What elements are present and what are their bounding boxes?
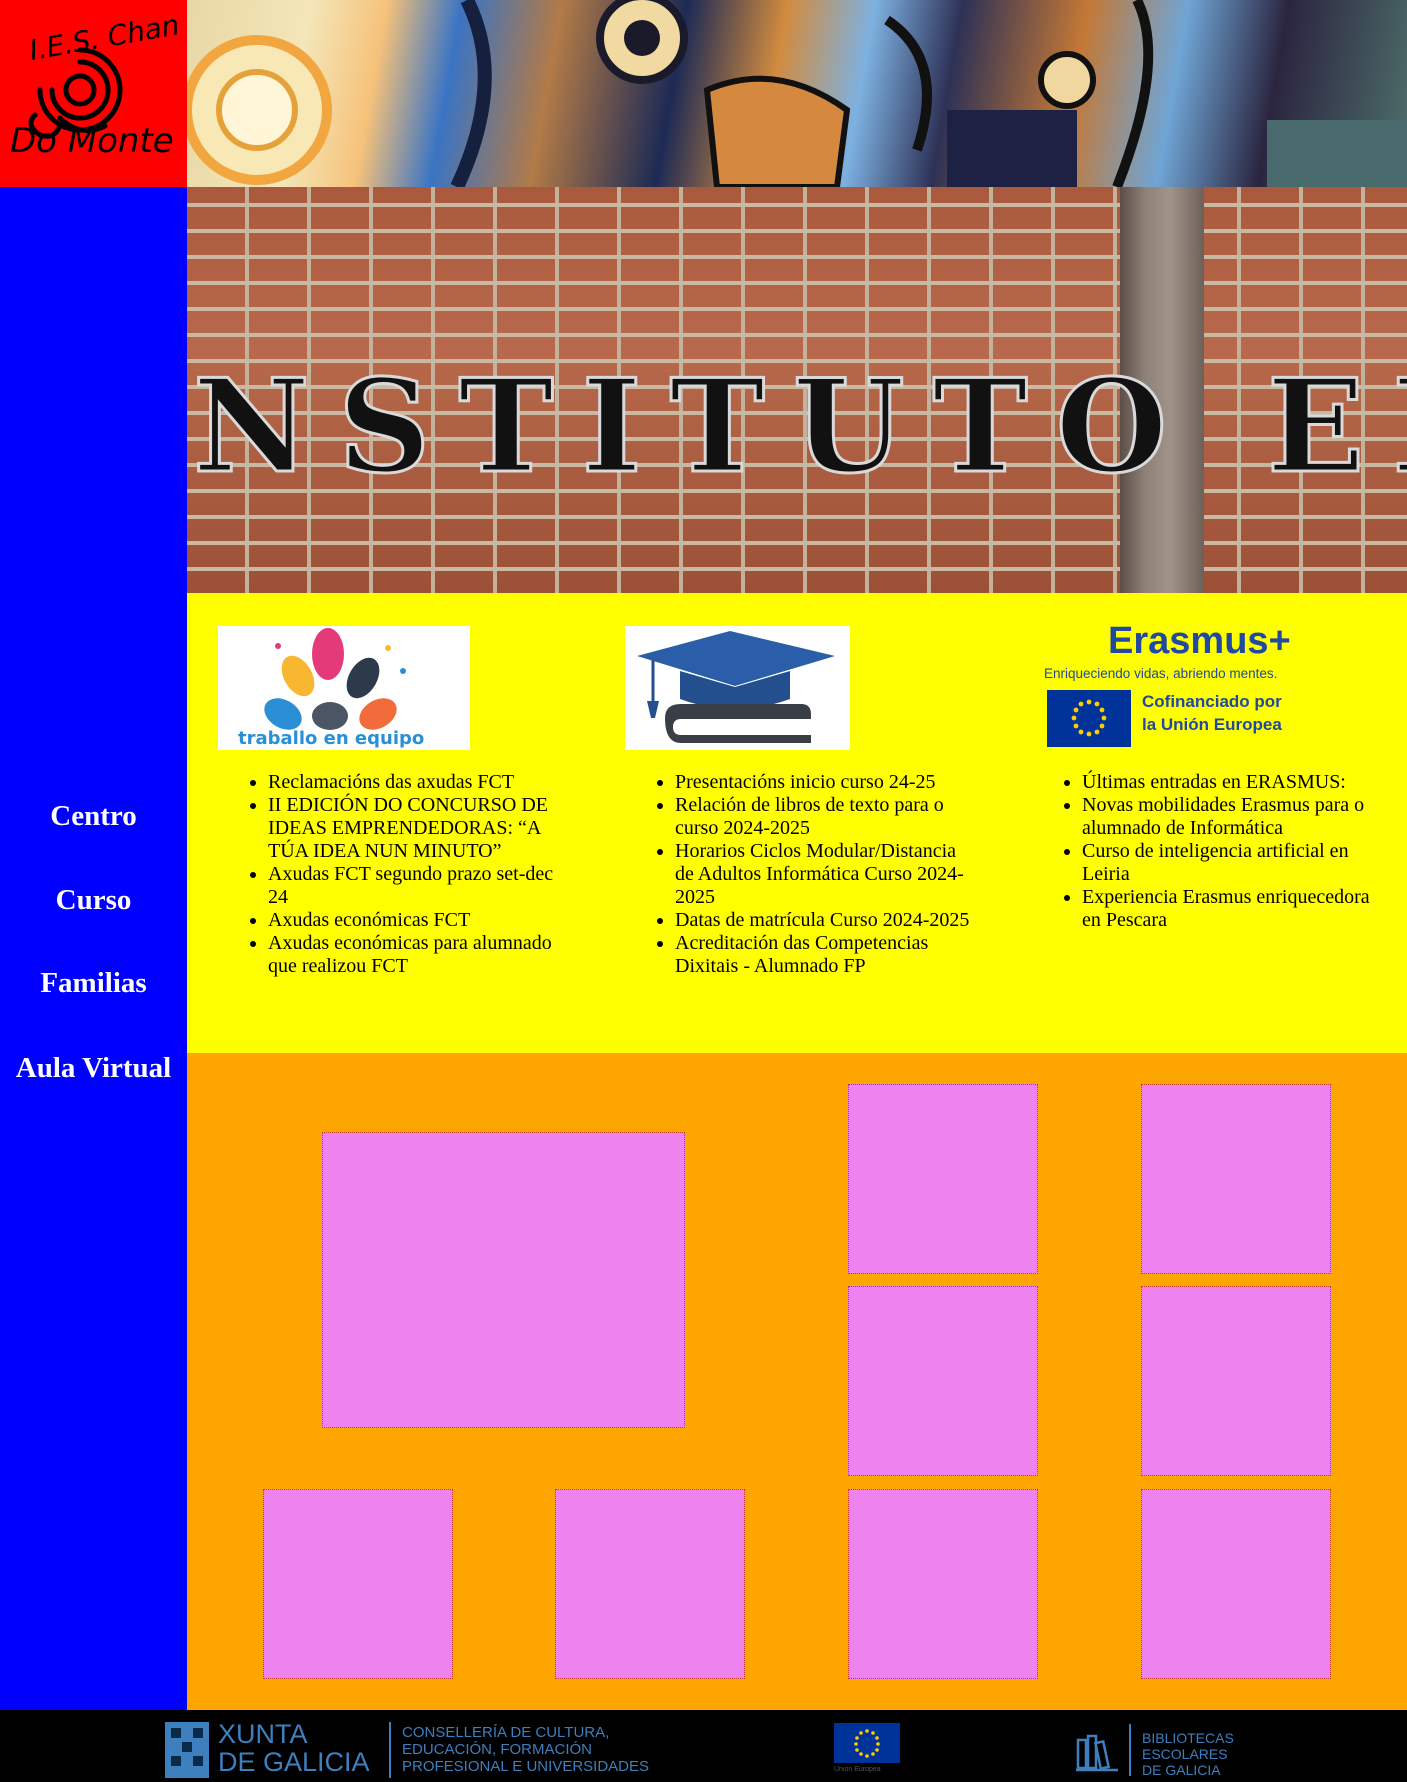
news-link[interactable]: Relación de libros de texto para o curso…	[675, 794, 944, 839]
list-item[interactable]: Relación de libros de texto para o curso…	[675, 794, 975, 840]
erasmus-title: Erasmus+	[1108, 620, 1291, 662]
conselleria-line-3: PROFESIONAL E UNIVERSIDADES	[402, 1758, 650, 1775]
news-link[interactable]: Presentacións inicio curso 24-25	[675, 771, 936, 793]
sign-letters-2: EN	[1266, 352, 1407, 502]
xunta-shield-icon	[165, 1722, 209, 1778]
list-item[interactable]: Reclamacións das axudas FCT	[268, 771, 573, 794]
mural-illustration	[187, 0, 1407, 187]
graduation-image[interactable]	[625, 626, 850, 750]
erasmus-tagline: Enriqueciendo vidas, abriendo mentes.	[1044, 666, 1278, 681]
news-list-erasmus: Últimas entradas en ERASMUS: Novas mobil…	[1082, 771, 1387, 932]
logo-text-bottom: Do Monte	[10, 121, 174, 161]
nav-curso[interactable]: Curso	[0, 884, 187, 917]
list-item[interactable]: Horarios Ciclos Modular/Distancia de Adu…	[675, 840, 975, 909]
news-link[interactable]: Reclamacións das axudas FCT	[268, 771, 514, 793]
bibliotecas-line-3: DE GALICIA	[1142, 1762, 1221, 1778]
teamwork-caption: traballo en equipo	[238, 728, 424, 749]
news-link[interactable]: Axudas económicas para alumnado que real…	[268, 932, 552, 977]
list-item[interactable]: II EDICIÓN DO CONCURSO DE IDEAS EMPRENDE…	[268, 794, 573, 863]
mural-banner-image	[187, 0, 1407, 187]
sidebar-nav: Centro Curso Familias Aula Virtual	[0, 187, 187, 1710]
school-logo[interactable]: I.E.S. Chan Do Monte	[0, 0, 187, 187]
teamwork-image[interactable]: traballo en equipo	[218, 626, 470, 750]
bibliotecas-line-2: ESCOLARES	[1142, 1746, 1228, 1762]
sign-letters: NSTITUTO	[191, 352, 1196, 502]
nav-centro[interactable]: Centro	[0, 800, 187, 833]
tile[interactable]	[848, 1489, 1038, 1679]
eu-flag-footer-icon	[834, 1723, 900, 1763]
tile-large[interactable]	[322, 1132, 685, 1428]
news-link[interactable]: Últimas entradas en ERASMUS:	[1082, 771, 1346, 793]
footer-divider	[389, 1722, 391, 1778]
news-link[interactable]: Curso de inteligencia artificial en Leir…	[1082, 840, 1349, 885]
tile[interactable]	[1141, 1084, 1331, 1274]
news-link[interactable]: Axudas FCT segundo prazo set-dec 24	[268, 863, 553, 908]
eu-flag-icon	[1047, 690, 1131, 747]
bibliotecas-line-1: BIBLIOTECAS	[1142, 1730, 1234, 1746]
list-item[interactable]: Axudas económicas FCT	[268, 909, 573, 932]
list-item[interactable]: Últimas entradas en ERASMUS:	[1082, 771, 1387, 794]
erasmus-logo[interactable]: Erasmus+ Enriqueciendo vidas, abriendo m…	[1044, 620, 1305, 750]
tile[interactable]	[1141, 1489, 1331, 1679]
list-item[interactable]: Acreditación das Competencias Dixitais -…	[675, 932, 975, 978]
graduation-cap-icon	[637, 631, 835, 743]
tile[interactable]	[1141, 1286, 1331, 1476]
labyrinth-logo-icon: I.E.S. Chan Do Monte	[10, 8, 182, 161]
xunta-title-2: DE GALICIA	[218, 1747, 370, 1777]
tile[interactable]	[555, 1489, 745, 1679]
footer-divider-2	[1129, 1724, 1131, 1776]
list-item[interactable]: Experiencia Erasmus enriquecedora en Pes…	[1082, 886, 1387, 932]
list-item[interactable]: Datas de matrícula Curso 2024-2025	[675, 909, 975, 932]
list-item[interactable]: Axudas FCT segundo prazo set-dec 24	[268, 863, 573, 909]
xunta-title-1: XUNTA	[218, 1719, 308, 1749]
list-item[interactable]: Axudas económicas para alumnado que real…	[268, 932, 573, 978]
school-sign-photo: NSTITUTO EN	[187, 187, 1407, 593]
tile[interactable]	[848, 1084, 1038, 1274]
news-link[interactable]: Axudas económicas FCT	[268, 909, 470, 931]
raised-hands-icon: traballo en equipo	[238, 628, 424, 749]
news-list-fct: Reclamacións das axudas FCT II EDICIÓN D…	[268, 771, 573, 978]
footer: XUNTA DE GALICIA CONSELLERÍA DE CULTURA,…	[0, 1710, 1407, 1782]
list-item[interactable]: Presentacións inicio curso 24-25	[675, 771, 975, 794]
news-link[interactable]: Horarios Ciclos Modular/Distancia de Adu…	[675, 840, 964, 908]
news-link[interactable]: Acreditación das Competencias Dixitais -…	[675, 932, 928, 977]
list-item[interactable]: Novas mobilidades Erasmus para o alumnad…	[1082, 794, 1387, 840]
books-icon	[1076, 1734, 1118, 1772]
news-list-curso: Presentacións inicio curso 24-25 Relació…	[675, 771, 975, 978]
news-link[interactable]: Novas mobilidades Erasmus para o alumnad…	[1082, 794, 1364, 839]
nav-aula-virtual[interactable]: Aula Virtual	[0, 1052, 187, 1085]
tiles-section	[187, 1053, 1407, 1710]
news-link[interactable]: Datas de matrícula Curso 2024-2025	[675, 909, 969, 931]
nav-familias[interactable]: Familias	[0, 967, 187, 1000]
tile[interactable]	[848, 1286, 1038, 1476]
conselleria-line-2: EDUCACIÓN, FORMACIÓN	[402, 1741, 593, 1758]
erasmus-cofin-1: Cofinanciado por	[1142, 692, 1282, 711]
conselleria-line-1: CONSELLERÍA DE CULTURA,	[402, 1724, 610, 1741]
news-link[interactable]: II EDICIÓN DO CONCURSO DE IDEAS EMPRENDE…	[268, 794, 548, 862]
list-item[interactable]: Curso de inteligencia artificial en Leir…	[1082, 840, 1387, 886]
erasmus-cofin-2: la Unión Europea	[1142, 715, 1282, 734]
eu-caption: Unión Europea	[834, 1766, 881, 1773]
tile[interactable]	[263, 1489, 453, 1679]
news-link[interactable]: Experiencia Erasmus enriquecedora en Pes…	[1082, 886, 1370, 931]
news-section: traballo en equipo Reclamacións das axud…	[187, 593, 1407, 1053]
